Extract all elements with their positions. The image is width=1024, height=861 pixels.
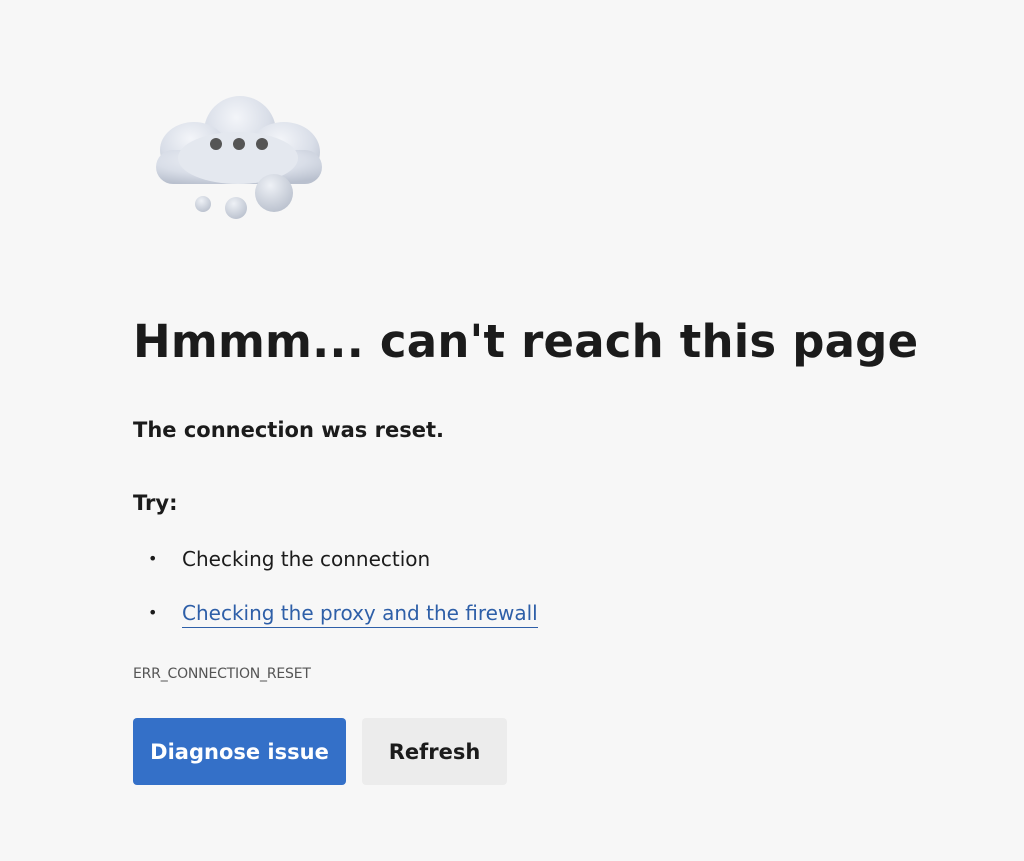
- suggestion-check-connection: • Checking the connection: [133, 540, 538, 578]
- suggestion-list: • Checking the connection • Checking the…: [133, 540, 538, 648]
- error-message: The connection was reset.: [133, 418, 444, 442]
- suggestion-check-proxy: • Checking the proxy and the firewall: [133, 594, 538, 632]
- suggestion-text: Checking the connection: [182, 547, 431, 571]
- error-page: Hmmm... can't reach this page The connec…: [0, 0, 1024, 861]
- bullet-icon: •: [148, 549, 158, 568]
- bullet-icon: •: [148, 603, 158, 622]
- diagnose-issue-button[interactable]: Diagnose issue: [133, 718, 346, 785]
- refresh-button[interactable]: Refresh: [362, 718, 507, 785]
- cloud-thinking-icon: [156, 96, 322, 219]
- proxy-firewall-link[interactable]: Checking the proxy and the firewall: [182, 601, 538, 628]
- try-heading: Try:: [133, 491, 178, 515]
- page-title: Hmmm... can't reach this page: [133, 315, 919, 368]
- error-code: ERR_CONNECTION_RESET: [133, 666, 311, 682]
